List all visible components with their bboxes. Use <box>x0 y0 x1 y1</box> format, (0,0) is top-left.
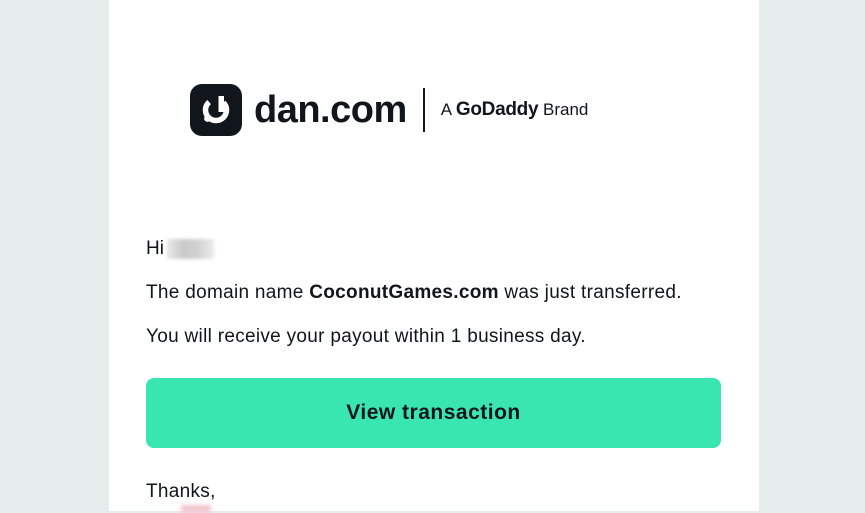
email-card: dan.com A GoDaddy Brand Hi The domain na… <box>109 0 759 513</box>
logo-divider <box>422 88 425 132</box>
view-transaction-button[interactable]: View transaction <box>146 378 721 448</box>
brand-prefix: A <box>440 100 452 119</box>
brand-name: GoDaddy <box>455 99 539 120</box>
redacted-signature <box>181 505 211 513</box>
godaddy-brand-tag: A GoDaddy Brand <box>441 84 589 136</box>
transfer-message: The domain name CoconutGames.com was jus… <box>146 282 682 304</box>
transfer-prefix: The domain name <box>146 282 304 303</box>
redacted-recipient-name <box>166 239 214 259</box>
dan-logo-icon <box>190 84 242 136</box>
payout-message: You will receive your payout within 1 bu… <box>146 326 586 347</box>
brand-suffix: Brand <box>542 100 589 119</box>
transfer-suffix: was just transferred. <box>504 282 682 303</box>
domain-name: CoconutGames.com <box>309 282 499 303</box>
logo-wordmark: dan.com <box>254 89 407 131</box>
signoff: Thanks, <box>146 481 216 502</box>
dan-com-logo: dan.com A GoDaddy Brand <box>190 84 588 136</box>
greeting: Hi <box>146 238 214 260</box>
greeting-text: Hi <box>146 238 164 259</box>
